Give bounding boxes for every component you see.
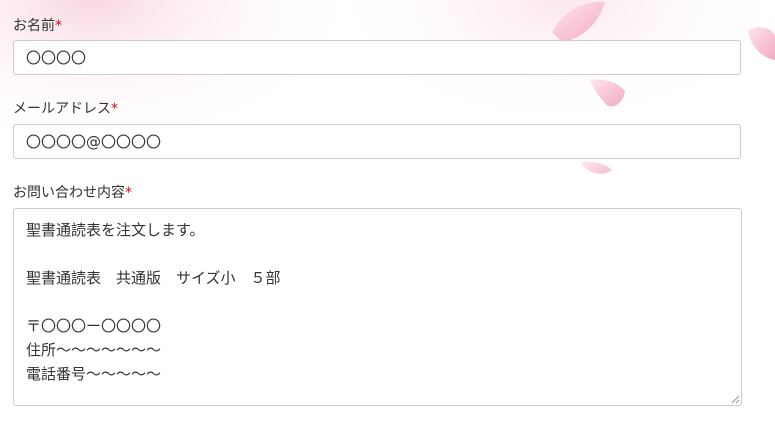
email-input[interactable] bbox=[13, 124, 741, 159]
resize-handle-icon[interactable] bbox=[730, 394, 740, 404]
email-label-text: メールアドレス bbox=[13, 101, 111, 117]
inquiry-line: 聖書通読表を注文します。 bbox=[26, 221, 205, 239]
petal-1 bbox=[552, 1, 605, 43]
required-mark: * bbox=[125, 185, 132, 201]
inquiry-line: 〒〇〇〇ー〇〇〇〇 bbox=[26, 317, 162, 335]
inquiry-label: お問い合わせ内容* bbox=[13, 184, 132, 202]
petal-4 bbox=[580, 161, 612, 174]
inquiry-line: 聖書通読表 共通版 サイズ小 ５部 bbox=[26, 269, 281, 287]
petal-3 bbox=[590, 79, 625, 107]
required-mark: * bbox=[55, 18, 62, 34]
inquiry-label-text: お問い合わせ内容 bbox=[13, 185, 125, 201]
name-label-text: お名前 bbox=[13, 18, 55, 34]
inquiry-line: 住所〜〜〜〜〜〜〜 bbox=[26, 341, 162, 359]
required-mark: * bbox=[111, 101, 118, 117]
inquiry-line: 電話番号〜〜〜〜〜 bbox=[26, 365, 162, 383]
name-input[interactable] bbox=[13, 40, 741, 75]
inquiry-line bbox=[26, 290, 729, 314]
email-label: メールアドレス* bbox=[13, 100, 118, 118]
inquiry-textarea[interactable]: 聖書通読表を注文します。 聖書通読表 共通版 サイズ小 ５部 〒〇〇〇ー〇〇〇〇… bbox=[13, 208, 742, 406]
petal-2 bbox=[748, 27, 775, 60]
name-label: お名前* bbox=[13, 17, 62, 35]
inquiry-line bbox=[26, 242, 729, 266]
